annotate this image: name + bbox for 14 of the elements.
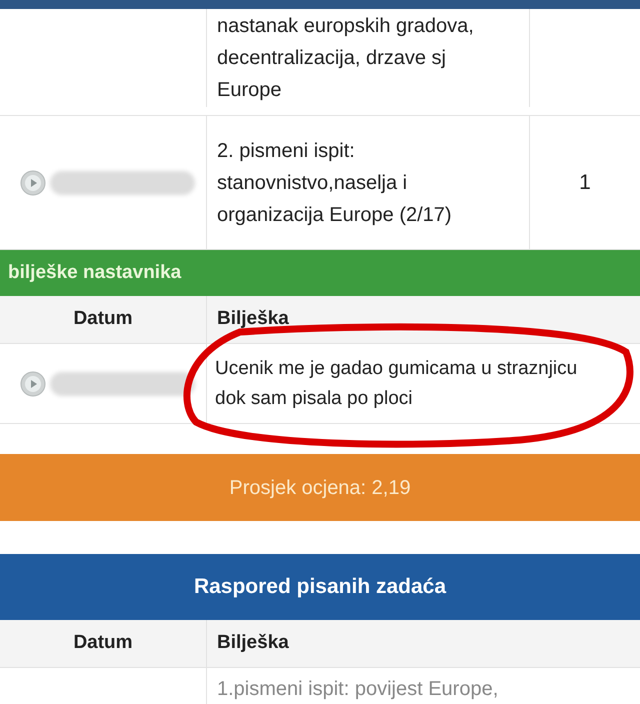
column-header: Datum (73, 307, 133, 332)
column-header: Bilješka (217, 307, 289, 332)
section-title: bilješke nastavnika (8, 260, 182, 285)
note-text: 2. pismeni ispit: stanovnistvo,naselja i organizacija Europe (2/17) (217, 138, 453, 228)
play-icon[interactable] (20, 170, 46, 196)
note-text: nastanak europskih gradova, decentralizacija, drzave sj Europe (217, 14, 475, 103)
column-header: Bilješka (217, 631, 289, 656)
section-title: Raspored pisanih zadaća (194, 574, 446, 600)
average-text: Prosjek ocjena: 2,19 (229, 476, 411, 500)
note-text: 1.pismeni ispit: povijest Europe, (217, 678, 498, 700)
note-text: Ucenik me je gadao gumicama u straznjicu dok sam pisala po ploci (215, 356, 578, 410)
grade-count: 1 (579, 170, 591, 196)
play-icon[interactable] (20, 370, 46, 396)
column-header: Datum (73, 631, 133, 656)
